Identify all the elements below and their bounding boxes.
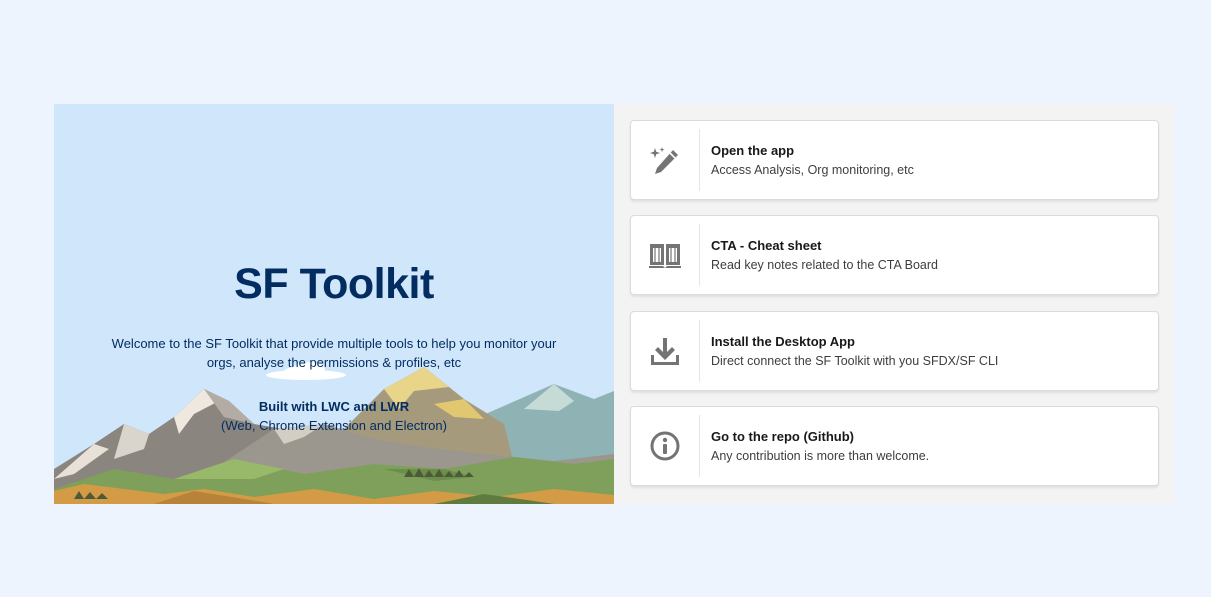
card-title: Go to the repo (Github): [711, 429, 854, 444]
hero-panel: SF Toolkit Welcome to the SF Toolkit tha…: [54, 104, 614, 504]
cta-cheat-sheet-card[interactable]: CTA - Cheat sheet Read key notes related…: [630, 215, 1159, 295]
card-subtitle: Read key notes related to the CTA Board: [711, 258, 938, 272]
page-title: SF Toolkit: [234, 260, 434, 308]
info-icon: [631, 407, 699, 485]
card-subtitle: Any contribution is more than welcome.: [711, 449, 930, 463]
hero-description: Welcome to the SF Toolkit that provide m…: [111, 336, 557, 370]
magic-wand-icon: [631, 121, 699, 199]
card-divider: [699, 129, 700, 191]
card-title: CTA - Cheat sheet: [711, 238, 822, 253]
download-icon: [631, 312, 699, 390]
card-subtitle: Access Analysis, Org monitoring, etc: [711, 163, 914, 177]
card-title: Open the app: [711, 143, 795, 158]
card-title: Install the Desktop App: [711, 334, 855, 349]
card-divider: [699, 224, 700, 286]
built-with-label: Built with LWC and LWR: [258, 399, 410, 414]
actions-panel: Open the app Access Analysis, Org monito…: [614, 104, 1174, 504]
card-divider: [699, 415, 700, 477]
install-desktop-app-card[interactable]: Install the Desktop App Direct connect t…: [630, 311, 1159, 391]
card-divider: [699, 320, 700, 382]
platforms-label: (Web, Chrome Extension and Electron): [221, 418, 447, 433]
open-app-card[interactable]: Open the app Access Analysis, Org monito…: [630, 120, 1159, 200]
page: SF Toolkit Welcome to the SF Toolkit tha…: [0, 0, 1211, 597]
card-subtitle: Direct connect the SF Toolkit with you S…: [711, 354, 999, 368]
book-icon: [631, 216, 699, 294]
github-repo-card[interactable]: Go to the repo (Github) Any contribution…: [630, 406, 1159, 486]
